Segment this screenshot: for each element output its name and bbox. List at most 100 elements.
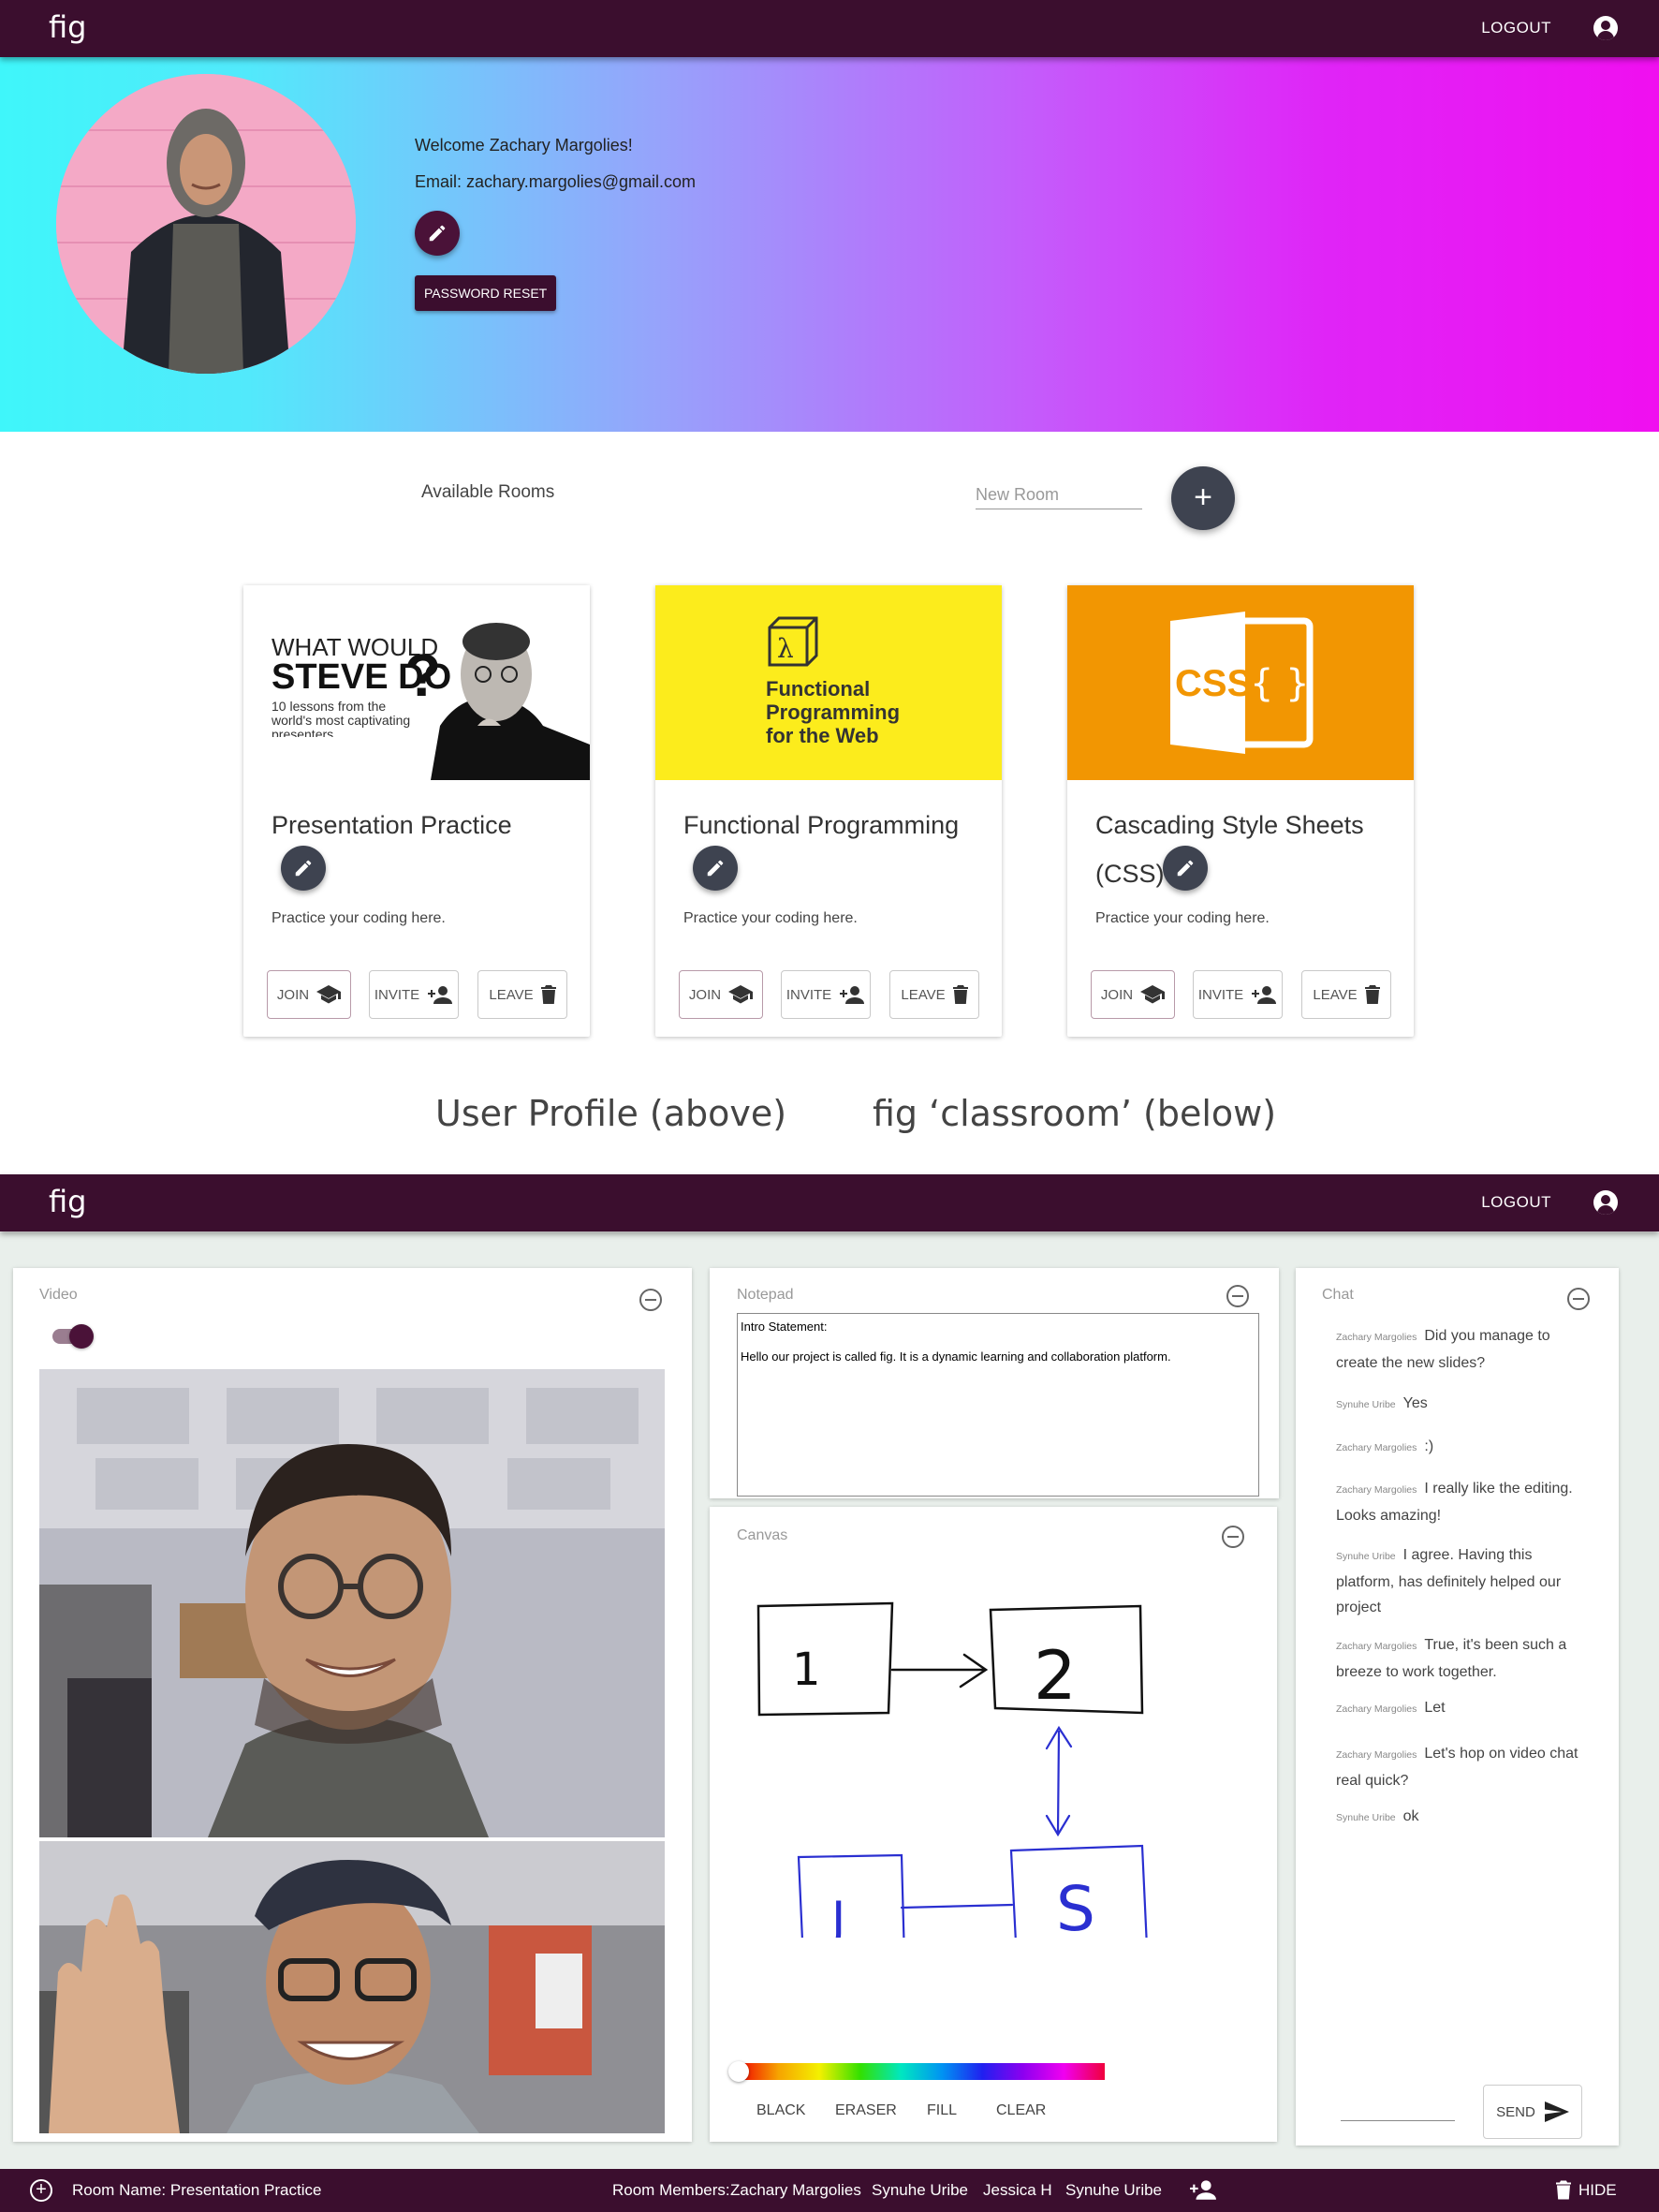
chat-message: Zachary Margolies I really like the editi…: [1336, 1476, 1589, 1528]
chat-sender: Synuhe Uribe: [1336, 1399, 1396, 1410]
edit-profile-button[interactable]: [415, 211, 460, 256]
chat-text: ok: [1402, 1808, 1419, 1824]
tool-clear[interactable]: CLEAR: [996, 2102, 1046, 2119]
color-slider-thumb[interactable]: [728, 2061, 749, 2082]
video-panel-title: Video: [39, 1287, 78, 1303]
lambda-icon: λ: [777, 633, 794, 664]
brand-logo[interactable]: fig: [49, 9, 86, 45]
notepad-textarea[interactable]: Intro Statement: Hello our project is ca…: [737, 1313, 1259, 1497]
caption-classroom: fig ‘classroom’ (below): [873, 1093, 1277, 1134]
chat-message: Zachary Margolies True, it's been such a …: [1336, 1632, 1589, 1685]
send-button[interactable]: SEND: [1483, 2085, 1582, 2139]
graduation-cap-icon: [1140, 985, 1166, 1004]
canvas-panel: Canvas 1 2 J S BLACK ERASER FILL CLEAR: [710, 1507, 1277, 2142]
send-label: SEND: [1496, 2103, 1535, 2120]
drawing-canvas[interactable]: 1 2 J S: [710, 1507, 1277, 1938]
leave-button[interactable]: LEAVE: [889, 970, 979, 1019]
tool-fill[interactable]: FILL: [927, 2102, 957, 2119]
account-icon[interactable]: [1593, 1190, 1618, 1215]
chat-sender: Zachary Margolies: [1336, 1703, 1417, 1715]
room-title: Presentation Practice: [272, 811, 512, 839]
join-button[interactable]: JOIN: [267, 970, 351, 1019]
chat-sender: Zachary Margolies: [1336, 1641, 1417, 1652]
chat-message: Synuhe Uribe Yes: [1336, 1391, 1589, 1418]
new-room-input[interactable]: New Room: [976, 485, 1142, 509]
password-reset-button[interactable]: PASSWORD RESET: [415, 275, 557, 311]
room-member: Zachary Margolies: [730, 2181, 861, 2199]
leave-button[interactable]: LEAVE: [1301, 970, 1391, 1019]
chat-text: Yes: [1402, 1395, 1428, 1411]
edit-room-button[interactable]: [1163, 846, 1208, 891]
notepad-line-1: Intro Statement:: [741, 1320, 828, 1334]
video-feed-2: [39, 1841, 665, 2133]
notepad-line-2: Hello our project is called fig. It is a…: [741, 1349, 1171, 1364]
minimize-notepad-icon[interactable]: [1226, 1285, 1249, 1307]
room-title: Functional Programming: [683, 811, 960, 839]
chat-message: Zachary Margolies Did you manage to creat…: [1336, 1323, 1589, 1376]
room-info-bar: + Room Name: Presentation Practice Room …: [0, 2169, 1659, 2212]
add-circle-icon[interactable]: +: [30, 2179, 52, 2202]
chat-sender: Zachary Margolies: [1336, 1442, 1417, 1453]
room-description: Practice your coding here.: [1095, 910, 1270, 926]
join-label: JOIN: [276, 986, 310, 1003]
pencil-icon: [707, 860, 724, 877]
brand-logo[interactable]: fig: [49, 1184, 86, 1219]
tool-eraser[interactable]: ERASER: [835, 2102, 897, 2119]
video-feed-1: [39, 1369, 665, 1837]
color-slider[interactable]: [738, 2063, 1105, 2080]
room-members-label: Room Members:: [612, 2181, 730, 2199]
canvas-label-s: S: [1056, 1873, 1095, 1938]
minimize-video-icon[interactable]: [639, 1289, 662, 1311]
pencil-icon: [429, 225, 446, 242]
graduation-cap-icon: [728, 985, 754, 1004]
tool-black[interactable]: BLACK: [756, 2102, 805, 2119]
media-text: Functional Programming for the Web: [766, 677, 901, 747]
invite-label: INVITE: [1197, 986, 1244, 1003]
send-icon: [1544, 2101, 1569, 2122]
logout-button[interactable]: LOGOUT: [1481, 1193, 1551, 1212]
chat-message: Zachary Margolies:): [1336, 1434, 1589, 1461]
chat-sender: Zachary Margolies: [1336, 1749, 1417, 1761]
hide-button[interactable]: HIDE: [1578, 2181, 1617, 2200]
invite-label: INVITE: [785, 986, 832, 1003]
join-button[interactable]: JOIN: [1091, 970, 1175, 1019]
leave-button[interactable]: LEAVE: [477, 970, 567, 1019]
room-description: Practice your coding here.: [272, 910, 446, 926]
room-member: Synuhe Uribe: [872, 2181, 969, 2199]
logout-button[interactable]: LOGOUT: [1481, 19, 1551, 37]
video-toggle-switch[interactable]: [52, 1324, 94, 1349]
classroom-navbar: fig LOGOUT: [0, 1174, 1659, 1231]
add-room-button[interactable]: +: [1171, 466, 1235, 530]
room-card-css: CSS { } Cascading Style Sheets (CSS) Pra…: [1067, 585, 1414, 1037]
join-label: JOIN: [1100, 986, 1134, 1003]
canvas-label-1: 1: [792, 1644, 821, 1696]
chat-title: Chat: [1322, 1287, 1354, 1303]
add-member-icon[interactable]: [1189, 2179, 1217, 2200]
trash-icon[interactable]: [1556, 2180, 1571, 2200]
chat-message-input[interactable]: [1341, 2120, 1455, 2121]
edit-room-button[interactable]: [281, 846, 326, 891]
media-css-text: CSS: [1175, 663, 1252, 704]
leave-label: LEAVE: [901, 986, 946, 1003]
room-description: Practice your coding here.: [683, 910, 858, 926]
invite-button[interactable]: INVITE: [781, 970, 871, 1019]
join-button[interactable]: JOIN: [679, 970, 763, 1019]
chat-sender: Zachary Margolies: [1336, 1332, 1417, 1343]
room-card-image: CSS { }: [1067, 585, 1414, 780]
room-name-label: Room Name: Presentation Practice: [72, 2181, 322, 2199]
add-person-icon: [1252, 986, 1277, 1004]
invite-button[interactable]: INVITE: [369, 970, 459, 1019]
edit-room-button[interactable]: [693, 846, 738, 891]
minimize-chat-icon[interactable]: [1567, 1288, 1590, 1310]
chat-text: Let: [1424, 1700, 1446, 1716]
account-icon[interactable]: [1593, 16, 1618, 40]
pencil-icon: [1177, 860, 1194, 877]
profile-header: Welcome Zachary Margolies! Email: zachar…: [0, 57, 1659, 432]
welcome-text: Welcome Zachary Margolies!: [415, 136, 633, 155]
chat-message: Zachary Margolies Let: [1336, 1695, 1589, 1722]
top-navbar: fig LOGOUT: [0, 0, 1659, 57]
media-subtitle: 10 lessons from the world's most captiva…: [272, 700, 411, 737]
graduation-cap-icon: [316, 985, 342, 1004]
room-card-presentation: WHAT WOULD STEVE DO ? 10 lessons from th…: [243, 585, 590, 1037]
invite-button[interactable]: INVITE: [1193, 970, 1283, 1019]
